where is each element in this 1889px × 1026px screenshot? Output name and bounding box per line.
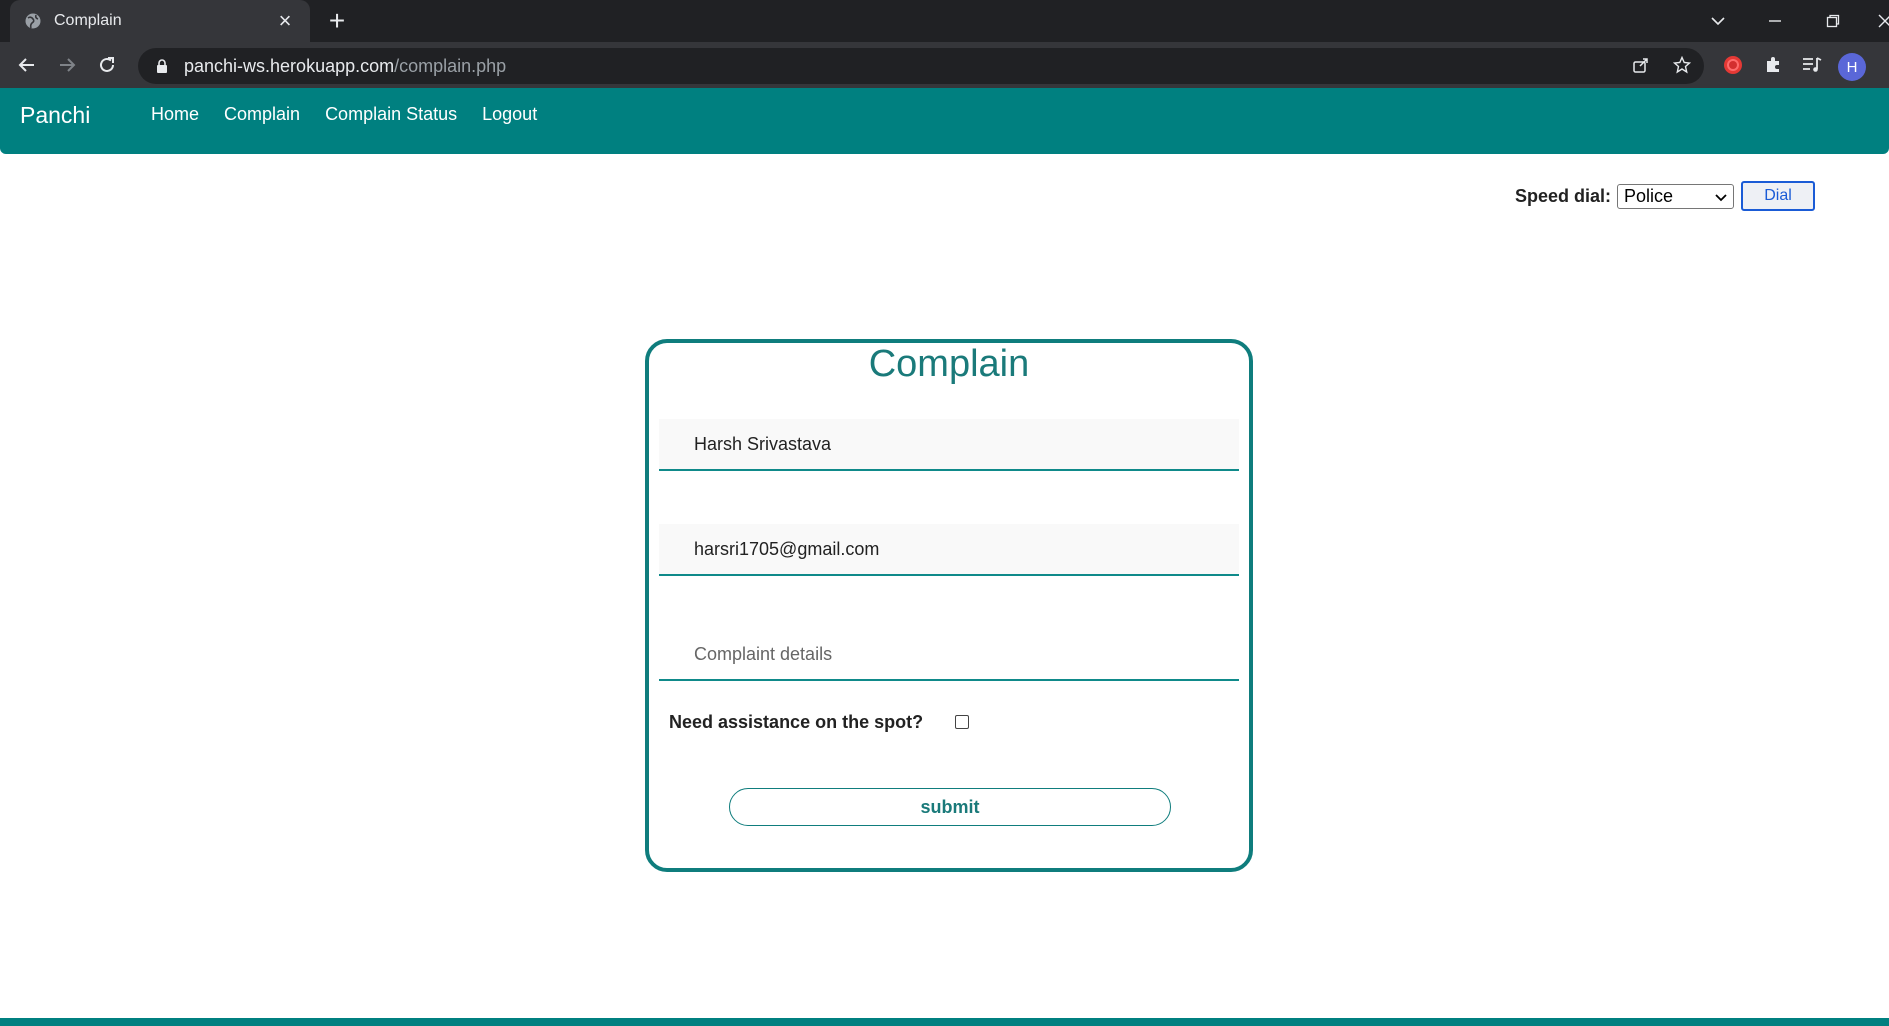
reload-icon[interactable]	[92, 50, 122, 80]
speed-dial-select[interactable]: Police	[1617, 183, 1735, 209]
browser-window: Complain × + panchi-ws.herokuapp.com/com…	[0, 0, 1889, 1026]
assist-checkbox[interactable]	[955, 715, 969, 729]
globe-icon	[24, 12, 42, 30]
close-window-icon[interactable]	[1870, 6, 1889, 36]
complain-form: Complain Harsh Srivastava harsri1705@gma…	[645, 339, 1253, 872]
tab-strip: Complain × +	[0, 0, 1889, 42]
restore-icon[interactable]	[1818, 6, 1848, 36]
speed-dial: Speed dial: Police Dial	[1515, 181, 1816, 211]
browser-toolbar: panchi-ws.herokuapp.com/complain.php	[0, 42, 1889, 88]
email-field[interactable]: harsri1705@gmail.com	[659, 524, 1239, 576]
nav-links: Home Complain Complain Status Logout	[151, 104, 562, 125]
tab-close-icon[interactable]: ×	[274, 10, 296, 32]
url-host: panchi-ws.herokuapp.com	[184, 55, 395, 76]
forward-icon[interactable]	[52, 50, 82, 80]
tab-title: Complain	[54, 12, 122, 29]
site-brand[interactable]: Panchi	[20, 102, 90, 129]
speed-dial-selected: Police	[1624, 185, 1674, 206]
media-queue-icon[interactable]	[1797, 50, 1827, 80]
dial-button[interactable]: Dial	[1741, 181, 1816, 211]
complaint-details-field[interactable]: Complaint details	[659, 629, 1239, 681]
form-title: Complain	[868, 343, 1030, 385]
submit-button[interactable]: submit	[729, 788, 1171, 826]
site-navbar: Panchi Home Complain Complain Status Log…	[0, 88, 1889, 154]
web-page: Panchi Home Complain Complain Status Log…	[0, 88, 1889, 1026]
share-icon[interactable]	[1626, 50, 1656, 80]
nav-link-complain-status[interactable]: Complain Status	[325, 104, 457, 125]
new-tab-icon[interactable]: +	[322, 7, 352, 37]
tab-complain[interactable]: Complain ×	[10, 0, 310, 42]
extensions-puzzle-icon[interactable]	[1758, 50, 1788, 80]
profile-avatar[interactable]: H	[1838, 53, 1866, 81]
nav-link-complain[interactable]: Complain	[224, 104, 300, 125]
nav-link-logout[interactable]: Logout	[482, 104, 537, 125]
lock-icon	[154, 58, 170, 74]
minimize-icon[interactable]	[1760, 6, 1790, 36]
speed-dial-label: Speed dial:	[1515, 185, 1612, 206]
name-field[interactable]: Harsh Srivastava	[659, 419, 1239, 471]
tab-search-icon[interactable]	[1703, 6, 1733, 36]
url-path: /complain.php	[394, 55, 507, 76]
assist-label: Need assistance on the spot?	[669, 712, 924, 732]
record-extension-icon[interactable]	[1718, 50, 1748, 80]
address-bar[interactable]: panchi-ws.herokuapp.com/complain.php	[138, 48, 1704, 84]
back-icon[interactable]	[12, 50, 42, 80]
bookmark-star-icon[interactable]	[1667, 50, 1697, 80]
footer-bar	[0, 1018, 1889, 1026]
nav-link-home[interactable]: Home	[151, 104, 199, 125]
chevron-down-icon	[1715, 186, 1727, 207]
url-text: panchi-ws.herokuapp.com/complain.php	[184, 56, 506, 77]
